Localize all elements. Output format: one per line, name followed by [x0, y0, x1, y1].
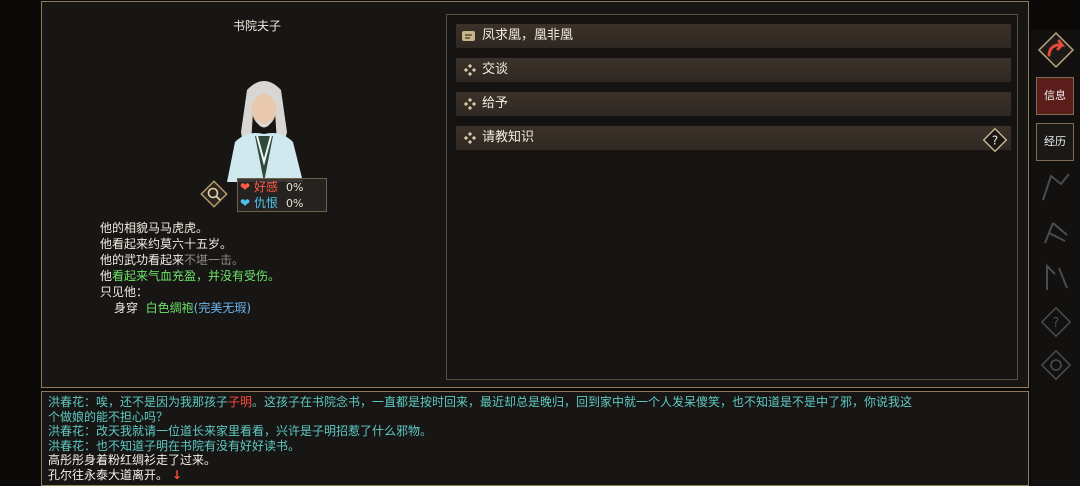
diamond-bullet-icon: [464, 64, 476, 76]
desc-martial: 他的武功看起来不堪一击。: [100, 252, 280, 268]
desc-wearing: 身穿 白色绸袍(完美无瑕): [100, 300, 280, 316]
log-text: 孔尔往永泰大道离开。: [48, 467, 169, 482]
heart-icon: ❤: [240, 180, 251, 194]
action-quest[interactable]: 凤求凰，凰非凰: [455, 23, 1012, 49]
info-tab-button[interactable]: 信息: [1036, 77, 1074, 115]
log-speaker: 洪春花：: [48, 395, 97, 409]
quest-tag-icon: [462, 31, 475, 41]
log-line: 洪春花：改天我就请一位道长来家里看看，兴许是子明招惹了什么邪物。: [48, 424, 433, 438]
action-give[interactable]: 给予: [455, 91, 1012, 117]
settings-icon: [1040, 349, 1072, 381]
help-mark: ?: [992, 134, 998, 148]
action-give-label: 给予: [482, 96, 509, 111]
log-highlight-name: 子明: [228, 395, 253, 409]
stat-hatred-value: 0%: [286, 197, 304, 210]
stat-affection-label: 好感: [254, 180, 279, 194]
log-text: 。这孩子在书院念书，一直都是按时回来，最近却总是晚归，回到家中就一个人发呆傻笑，…: [252, 395, 913, 409]
action-talk[interactable]: 交谈: [455, 57, 1012, 83]
help-icon[interactable]: ?: [982, 127, 1008, 153]
action-talk-label: 交谈: [482, 62, 509, 77]
log-line: 孔尔往永泰大道离开。 ↓: [48, 468, 1022, 483]
log-line: 洪春花：唉，还不是因为我那孩子子明。这孩子在书院念书，一直都是按时回来，最近却总…: [48, 395, 1022, 410]
wear-item[interactable]: 白色绸袍: [146, 301, 194, 315]
npc-relation-stats: ❤ 好感 0% ❤ 仇恨 0%: [237, 178, 327, 212]
wear-label: 身穿: [114, 301, 139, 315]
npc-title: 书院夫子: [232, 19, 281, 33]
svg-text:?: ?: [1053, 316, 1060, 331]
log-line: 洪春花：也不知道子明在书院有没有好好读书。: [48, 438, 301, 453]
desc-martial-prefix: 他的武功看起来: [100, 253, 185, 267]
blue-heart-icon: ❤: [240, 196, 251, 210]
desc-health: 他看起来气血充盈，并没有受伤。: [100, 268, 280, 284]
inspect-seal-icon[interactable]: [200, 180, 228, 208]
question-icon: ?: [1040, 306, 1072, 338]
desc-see: 只见他：: [100, 285, 149, 299]
stat-hatred: ❤ 仇恨 0%: [238, 195, 326, 211]
diamond-bullet-icon: [464, 98, 476, 110]
action-ask-knowledge[interactable]: 请教知识 ?: [455, 125, 1012, 153]
scroll-down-arrow-icon[interactable]: ↓: [172, 468, 182, 482]
diamond-bullet-icon: [464, 132, 476, 144]
action-list-panel: 凤求凰，凰非凰 交谈 给予 请教知识 ?: [446, 14, 1018, 380]
sect-icon: [1046, 263, 1068, 290]
action-ask-knowledge-label: 请教知识: [482, 130, 535, 145]
stat-affection: ❤ 好感 0%: [238, 179, 326, 195]
npc-portrait: [227, 81, 303, 182]
work-icon: [1042, 173, 1070, 201]
desc-appearance: 他的相貌马马虎虎。: [100, 221, 209, 235]
experience-tab-button[interactable]: 经历: [1036, 123, 1074, 161]
side-menu: 信息 经历 ?: [1031, 30, 1080, 486]
wear-quality: (完美无瑕): [193, 301, 252, 315]
message-log[interactable]: 洪春花：唉，还不是因为我那孩子子明。这孩子在书院念书，一直都是按时回来，最近却总…: [41, 391, 1029, 486]
desc-age: 他看起来约莫六十五岁。: [100, 237, 233, 251]
desc-health-status: 看起来气血充盈，并没有受伤。: [112, 269, 281, 283]
log-text: 唉，还不是因为我那孩子: [96, 395, 229, 409]
npc-description: 他的相貌马马虎虎。 他看起来约莫六十五岁。 他的武功看起来不堪一击。 他看起来气…: [100, 220, 280, 316]
action-quest-label: 凤求凰，凰非凰: [482, 28, 574, 43]
log-line: 高彤彤身着粉红绸衫走了过来。: [48, 453, 217, 467]
stat-affection-value: 0%: [286, 181, 304, 194]
stat-hatred-label: 仇恨: [254, 196, 279, 210]
return-arrow-icon[interactable]: [1036, 30, 1076, 70]
log-line: 个做娘的能不担心吗？: [48, 409, 169, 424]
desc-martial-status: 不堪一击。: [184, 253, 245, 267]
martial-arts-icon: [1044, 222, 1068, 244]
desc-health-prefix: 他: [100, 269, 113, 283]
